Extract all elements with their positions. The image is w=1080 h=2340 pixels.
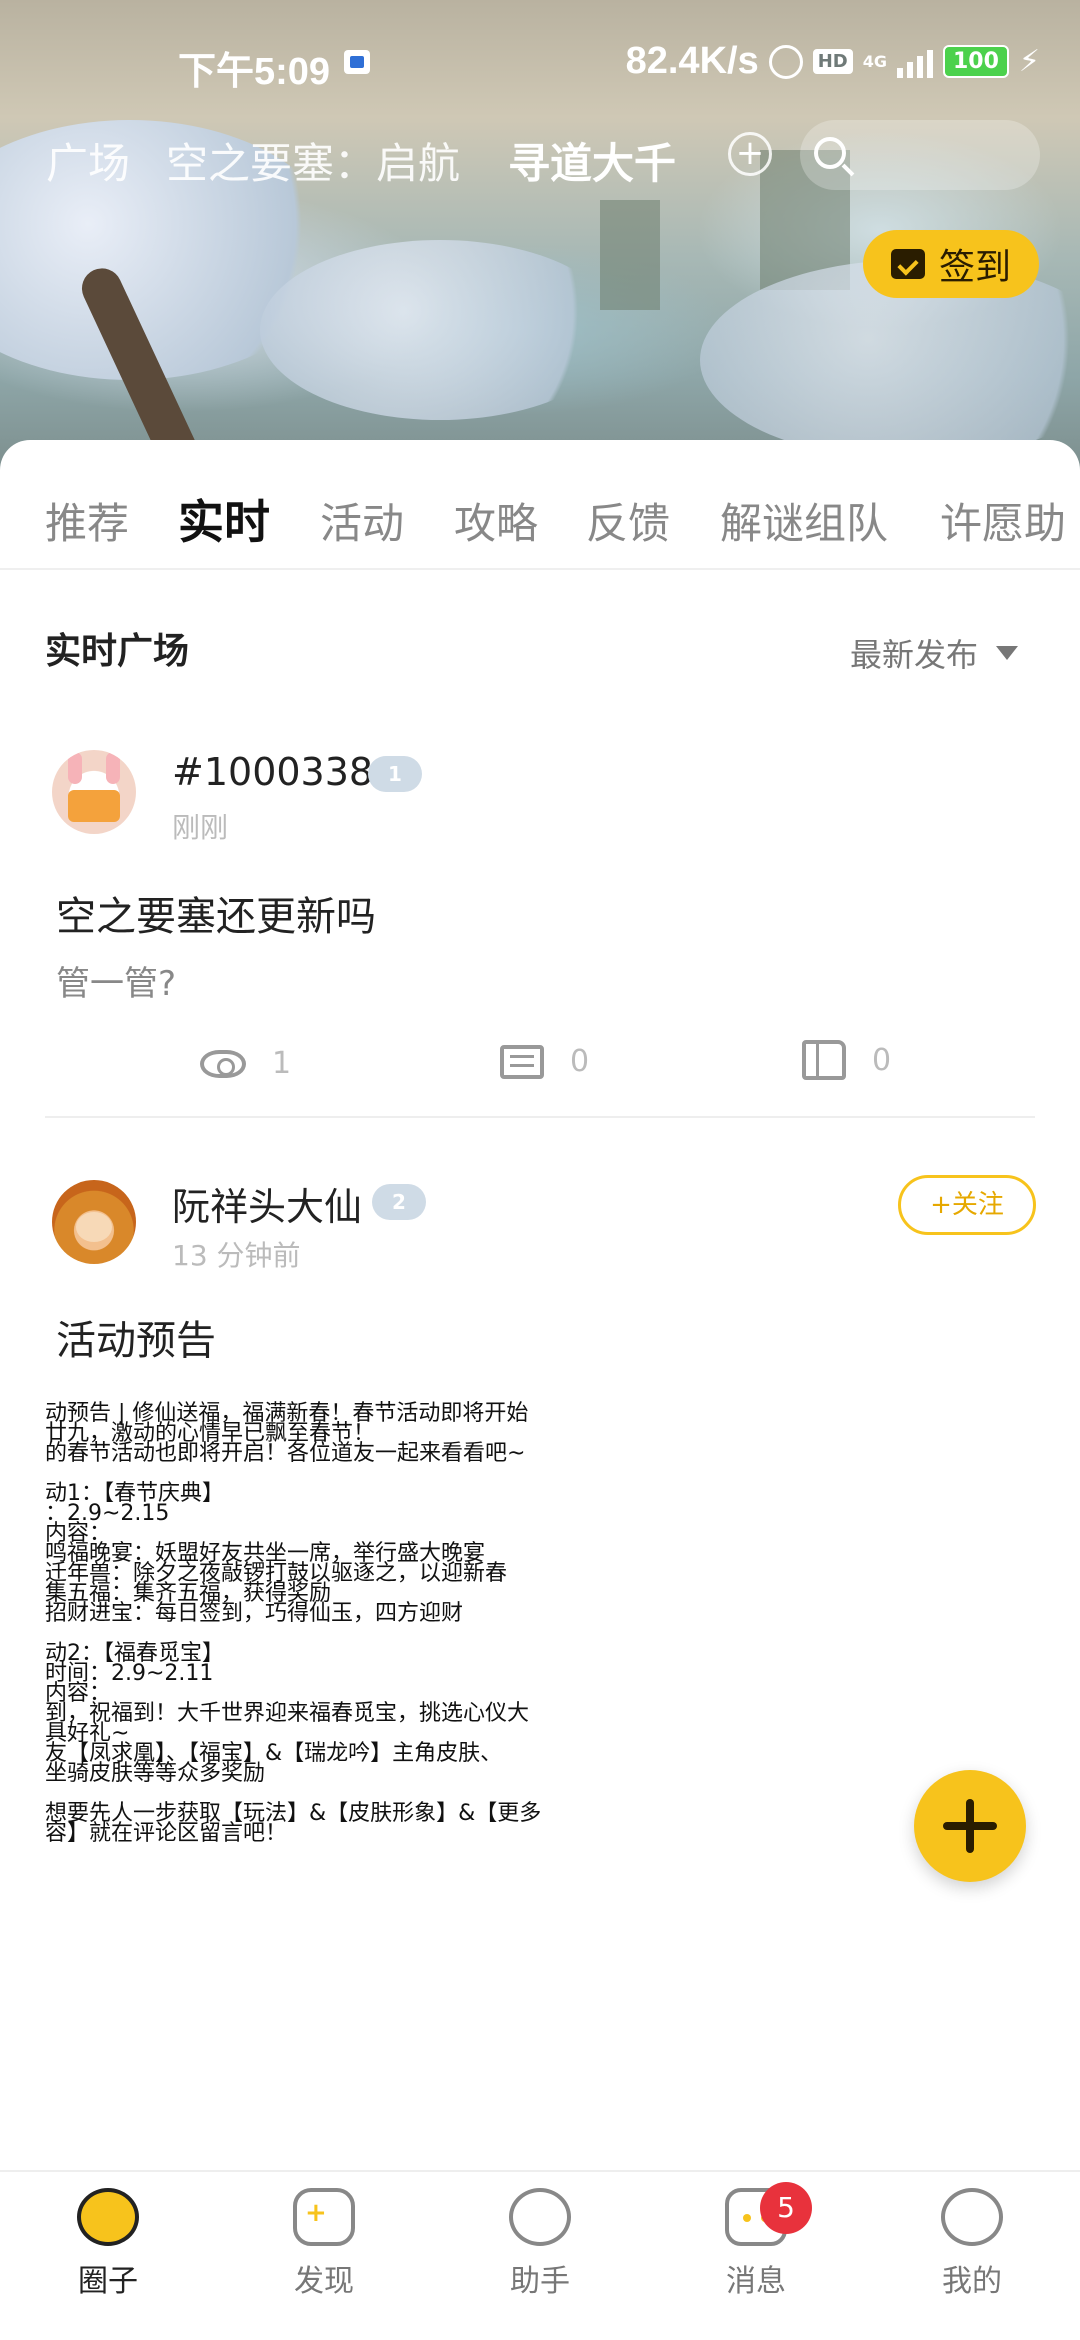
bottom-nav: 圈子 发现 助手 消息 5 我的 (0, 2170, 1080, 2340)
checkin-button[interactable]: 签到 (863, 230, 1039, 298)
gamepad-icon (293, 2188, 355, 2246)
profile-icon (941, 2188, 1003, 2246)
post-title[interactable]: 活动预告 (56, 1308, 216, 1366)
image-text-line: 容】就在评论区留言吧！ (45, 1821, 288, 1846)
status-bar: 下午5:09 82.4K/s HD 4G 100 ⚡ (0, 30, 1080, 93)
views-stat: 1 (200, 1046, 291, 1081)
views-count: 1 (272, 1046, 292, 1081)
avatar[interactable] (52, 1180, 136, 1264)
nav-item-circle[interactable]: 圈子 (38, 2188, 178, 2300)
circle-icon (77, 2188, 139, 2246)
nav-label: 我的 (942, 2264, 1002, 2299)
header-banner: 下午5:09 82.4K/s HD 4G 100 ⚡ 广场 空之要塞：启航 寻道… (0, 0, 1080, 470)
post-title[interactable]: 空之要塞还更新吗 (56, 884, 376, 942)
signal-icon (896, 46, 933, 78)
image-text-line: 坐骑皮肤等等众多奖励 (45, 1761, 266, 1786)
comments-stat[interactable]: 0 (500, 1044, 589, 1079)
divider (45, 1116, 1035, 1118)
main-content: 推荐 实时 活动 攻略 反馈 解谜组队 许愿助 实时广场 最新发布 #10003… (0, 440, 1080, 2170)
nav-item-profile[interactable]: 我的 (902, 2188, 1042, 2300)
image-text-line: 的春节活动也即将开启！各位道友一起来看看吧~ (45, 1441, 526, 1466)
tab-puzzle-team[interactable]: 解谜组队 (720, 490, 888, 551)
nav-item-discover[interactable]: 发现 (254, 2188, 394, 2300)
nav-label: 圈子 (78, 2264, 138, 2299)
tab-recommend[interactable]: 推荐 (45, 490, 129, 551)
top-nav-item-xundao[interactable]: 寻道大千 (508, 130, 676, 191)
divider (0, 568, 1080, 570)
post-image[interactable]: 动预告 | 修仙送福，福满新春！春节活动即将开始 廿九，激动的心情早已飘至春节！… (45, 1395, 590, 1855)
assistant-icon (509, 2188, 571, 2246)
top-nav-item-fortress[interactable]: 空之要塞：启航 (166, 130, 460, 191)
banner-art (600, 200, 660, 310)
post-author[interactable]: #1000338 (172, 750, 373, 794)
notification-app-icon (344, 50, 370, 74)
tab-wish[interactable]: 许愿助 (940, 490, 1066, 551)
follow-button[interactable]: +关注 (898, 1175, 1036, 1235)
net-speed: 82.4K/s (625, 40, 759, 82)
post-stats: 1 0 0 (0, 1036, 1080, 1106)
battery-indicator: 100 (942, 45, 1009, 78)
tab-realtime[interactable]: 实时 (178, 486, 270, 552)
section-title: 实时广场 (45, 631, 190, 672)
nav-label: 助手 (510, 2264, 570, 2299)
search-icon (814, 137, 846, 169)
tab-bar: 推荐 实时 活动 攻略 反馈 解谜组队 许愿助 (0, 470, 1080, 570)
eye-icon (200, 1049, 246, 1078)
tab-activity[interactable]: 活动 (320, 490, 404, 551)
nav-label: 消息 (726, 2264, 786, 2299)
avatar[interactable] (52, 750, 136, 834)
tab-guide[interactable]: 攻略 (454, 490, 538, 551)
nav-item-assistant[interactable]: 助手 (470, 2188, 610, 2300)
create-post-button[interactable] (914, 1770, 1026, 1882)
post-excerpt[interactable]: 管一管? (56, 956, 176, 1005)
search-bar[interactable] (800, 120, 1040, 190)
sort-dropdown[interactable]: 最新发布 (850, 630, 1018, 676)
level-badge: 2 (372, 1184, 426, 1220)
level-badge: 1 (368, 756, 422, 792)
comments-count: 0 (570, 1044, 590, 1079)
add-circle-icon[interactable]: + (728, 132, 772, 176)
tab-feedback[interactable]: 反馈 (586, 490, 670, 551)
message-badge: 5 (760, 2182, 812, 2234)
calendar-check-icon (890, 249, 925, 279)
checkin-label: 签到 (938, 247, 1011, 288)
status-time: 下午5:09 (178, 51, 331, 93)
post-time: 刚刚 (172, 811, 229, 844)
caret-down-icon (996, 646, 1018, 660)
charging-icon: ⚡ (1018, 44, 1040, 79)
alarm-icon (768, 44, 803, 79)
likes-stat[interactable]: 0 (802, 1040, 891, 1080)
network-type: 4G (862, 52, 887, 71)
banner-art (260, 240, 620, 420)
likes-count: 0 (872, 1042, 892, 1078)
sort-label: 最新发布 (849, 636, 978, 674)
top-nav-item-square[interactable]: 广场 (46, 130, 130, 191)
comment-icon (500, 1044, 544, 1079)
post-time: 13 分钟前 (172, 1239, 301, 1272)
hd-badge: HD (812, 49, 853, 74)
image-text-line: 招财进宝：每日签到，巧得仙玉，四方迎财 (45, 1601, 464, 1626)
thumbs-up-icon (802, 1040, 846, 1080)
nav-label: 发现 (294, 2264, 354, 2299)
top-nav: 广场 空之要塞：启航 寻道大千 + (0, 120, 1080, 200)
post-author[interactable]: 阮祥头大仙 (172, 1176, 362, 1231)
status-indicators: 82.4K/s HD 4G 100 ⚡ (626, 40, 1040, 83)
